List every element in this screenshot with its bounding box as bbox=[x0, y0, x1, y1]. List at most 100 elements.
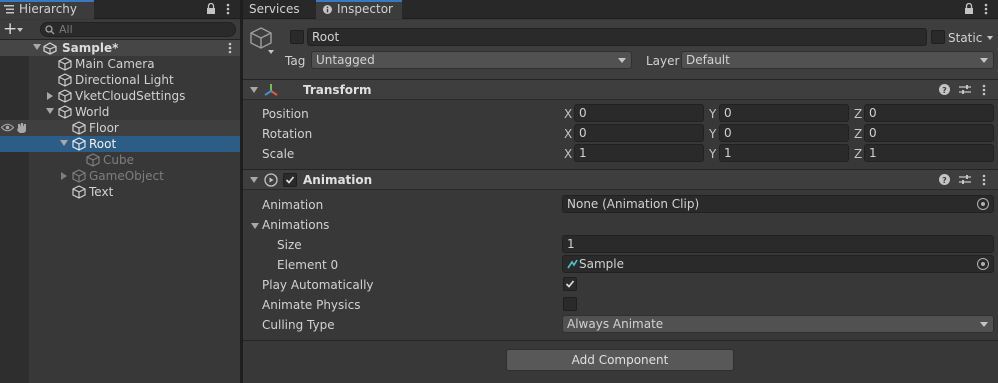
scale-x-label[interactable]: X bbox=[564, 146, 572, 162]
tab-inspector-label: Inspector bbox=[337, 2, 393, 16]
static-dropdown-icon[interactable] bbox=[987, 36, 993, 40]
search-icon bbox=[45, 25, 55, 35]
element0-field[interactable]: Sample bbox=[562, 255, 994, 273]
tab-inspector[interactable]: Inspector bbox=[316, 0, 402, 19]
culling-type-label: Culling Type bbox=[262, 318, 335, 332]
transform-header[interactable]: Transform ? bbox=[243, 79, 998, 100]
tab-services-label: Services bbox=[249, 2, 300, 16]
position-z-field[interactable]: 0 bbox=[864, 104, 994, 122]
expand-arrow-icon[interactable] bbox=[47, 92, 53, 100]
position-z-label[interactable]: Z bbox=[854, 106, 862, 122]
chevron-down-icon bbox=[980, 322, 988, 327]
expand-arrow-icon[interactable] bbox=[60, 140, 68, 146]
scale-z-field[interactable]: 1 bbox=[864, 144, 994, 162]
foldout-arrow-icon[interactable] bbox=[250, 177, 258, 183]
position-x-field[interactable]: 0 bbox=[574, 104, 704, 122]
gameobject-icon bbox=[72, 185, 86, 199]
animation-title: Animation bbox=[303, 173, 373, 187]
list-item[interactable]: GameObject bbox=[0, 168, 240, 184]
object-picker-icon[interactable] bbox=[977, 198, 989, 210]
presets-icon[interactable] bbox=[959, 84, 971, 95]
animation-play-icon bbox=[264, 173, 278, 187]
rotation-z-field[interactable]: 0 bbox=[864, 124, 994, 142]
animations-label: Animations bbox=[262, 218, 330, 232]
menu-dots-icon[interactable] bbox=[984, 3, 988, 15]
list-item-label: Cube bbox=[103, 153, 134, 167]
list-item[interactable]: Floor bbox=[0, 120, 240, 136]
animation-enabled-checkbox[interactable] bbox=[283, 173, 297, 187]
play-automatically-checkbox[interactable] bbox=[563, 277, 577, 291]
rotation-x-label[interactable]: X bbox=[564, 126, 572, 142]
component-menu-icon[interactable] bbox=[982, 84, 986, 96]
gameobject-icon bbox=[58, 73, 72, 87]
object-header: Root Static Tag Untagged Layer Default bbox=[243, 20, 998, 80]
expand-arrow-icon[interactable] bbox=[61, 172, 67, 180]
scene-row[interactable]: Sample* bbox=[0, 40, 240, 56]
static-checkbox[interactable] bbox=[931, 30, 945, 44]
rotation-z-label[interactable]: Z bbox=[854, 126, 862, 142]
list-icon bbox=[4, 5, 14, 14]
chevron-down-icon bbox=[618, 58, 626, 63]
active-checkbox[interactable] bbox=[290, 30, 304, 44]
expand-arrow-icon[interactable] bbox=[46, 108, 54, 114]
add-dropdown-icon[interactable] bbox=[17, 28, 23, 32]
gameobject-icon bbox=[86, 153, 100, 167]
lock-icon[interactable] bbox=[206, 3, 216, 15]
tag-dropdown[interactable]: Untagged bbox=[311, 51, 632, 69]
scale-y-label[interactable]: Y bbox=[709, 146, 716, 162]
tab-services[interactable]: Services bbox=[243, 0, 315, 19]
list-item[interactable]: World bbox=[0, 104, 240, 120]
foldout-arrow-icon[interactable] bbox=[250, 87, 258, 93]
presets-icon[interactable] bbox=[959, 174, 971, 185]
list-item[interactable]: Main Camera bbox=[0, 56, 240, 72]
add-button[interactable]: + bbox=[3, 20, 17, 38]
rotation-x-field[interactable]: 0 bbox=[574, 124, 704, 142]
icon-dropdown-arrow-icon[interactable] bbox=[268, 50, 274, 54]
animate-physics-label: Animate Physics bbox=[262, 298, 361, 312]
tab-hierarchy[interactable]: Hierarchy bbox=[0, 0, 94, 19]
position-y-label[interactable]: Y bbox=[709, 106, 716, 122]
list-item-selected[interactable]: Root bbox=[0, 136, 240, 152]
animate-physics-checkbox[interactable] bbox=[563, 297, 577, 311]
list-item[interactable]: VketCloudSettings bbox=[0, 88, 240, 104]
rotation-y-label[interactable]: Y bbox=[709, 126, 716, 142]
inspector-tabbar: Services Inspector bbox=[243, 0, 998, 19]
scale-y-field[interactable]: 1 bbox=[719, 144, 849, 162]
animation-header[interactable]: Animation ? bbox=[243, 169, 998, 190]
gameobject-icon bbox=[72, 121, 86, 135]
list-item[interactable]: Directional Light bbox=[0, 72, 240, 88]
scale-z-label[interactable]: Z bbox=[854, 146, 862, 162]
scale-x-field[interactable]: 1 bbox=[574, 144, 704, 162]
animation-clip-field[interactable]: None (Animation Clip) bbox=[562, 195, 994, 213]
list-item-label: GameObject bbox=[89, 169, 164, 183]
help-icon[interactable]: ? bbox=[939, 84, 950, 95]
size-field[interactable]: 1 bbox=[562, 235, 994, 253]
component-menu-icon[interactable] bbox=[982, 174, 986, 186]
tag-label: Tag bbox=[285, 54, 306, 68]
visibility-eye-icon[interactable] bbox=[1, 123, 14, 132]
search-input[interactable]: All bbox=[40, 22, 236, 37]
lock-icon[interactable] bbox=[964, 3, 974, 15]
pickable-hand-icon[interactable] bbox=[16, 122, 27, 134]
hierarchy-toolbar: + All bbox=[0, 20, 240, 40]
gameobject-large-icon[interactable] bbox=[250, 27, 272, 49]
scene-menu-icon[interactable] bbox=[228, 42, 232, 54]
position-x-label[interactable]: X bbox=[564, 106, 572, 122]
animations-foldout-icon[interactable] bbox=[251, 223, 259, 229]
help-icon[interactable]: ? bbox=[939, 174, 950, 185]
position-y-field[interactable]: 0 bbox=[719, 104, 849, 122]
list-item-label: Floor bbox=[89, 121, 119, 135]
layer-dropdown[interactable]: Default bbox=[681, 51, 994, 69]
list-item[interactable]: Cube bbox=[0, 152, 240, 168]
object-name-field[interactable]: Root bbox=[307, 28, 927, 46]
list-item[interactable]: Text bbox=[0, 184, 240, 200]
animation-clip-label: Animation bbox=[262, 198, 324, 212]
menu-dots-icon[interactable] bbox=[226, 3, 230, 15]
object-picker-icon[interactable] bbox=[977, 258, 989, 270]
culling-type-dropdown[interactable]: Always Animate bbox=[562, 315, 994, 333]
expand-arrow-icon[interactable] bbox=[33, 44, 41, 50]
animation-clip-value: None (Animation Clip) bbox=[567, 197, 700, 211]
add-component-button[interactable]: Add Component bbox=[506, 349, 734, 371]
rotation-y-field[interactable]: 0 bbox=[719, 124, 849, 142]
list-item-label: Main Camera bbox=[75, 57, 155, 71]
